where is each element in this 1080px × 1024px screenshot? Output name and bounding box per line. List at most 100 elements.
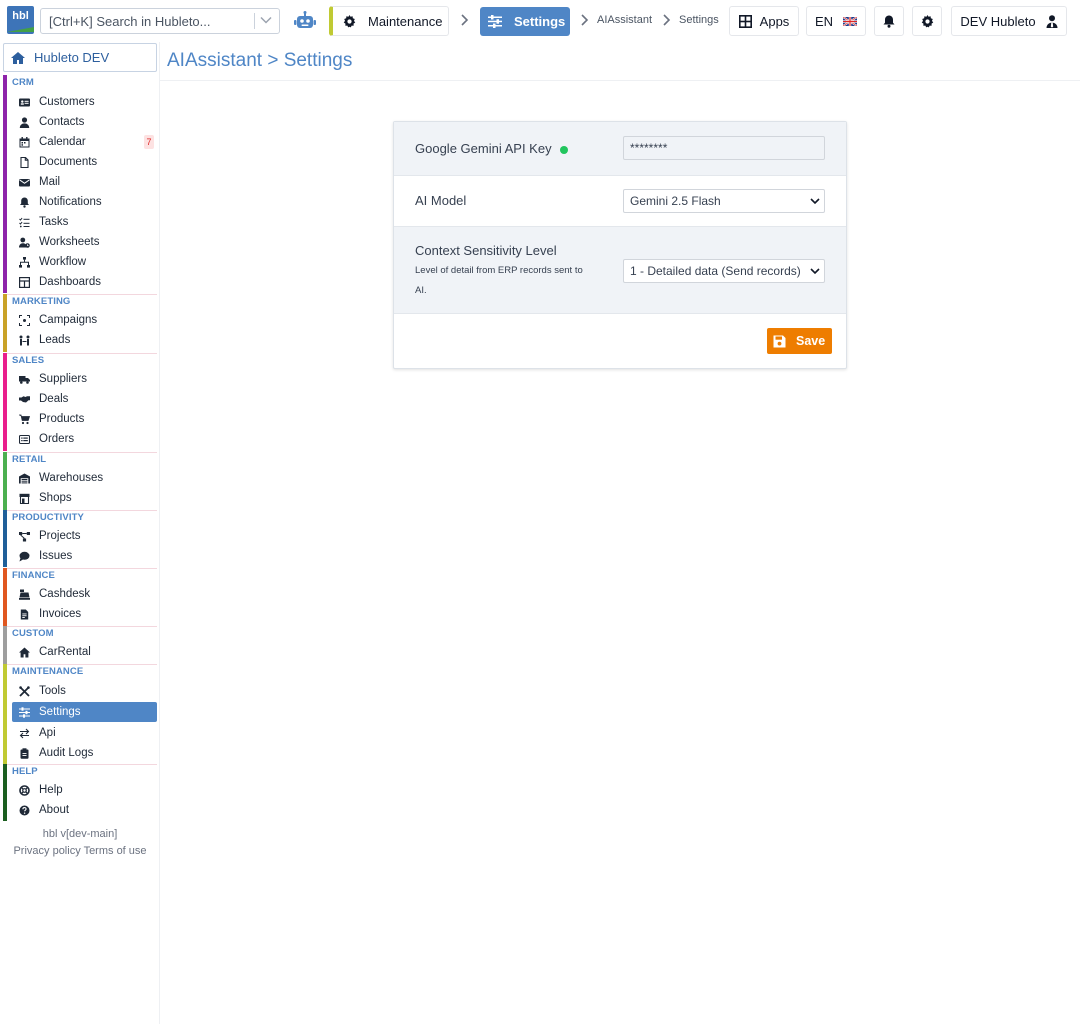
save-button[interactable]: Save [767, 328, 832, 354]
sidebar-item-customers[interactable]: Customers [12, 92, 157, 112]
sidebar-item-shops[interactable]: Shops [12, 488, 157, 508]
hubleto-logo[interactable]: hbl [7, 6, 34, 34]
people-arrows-icon [19, 335, 30, 345]
group-title: MAINTENANCE [12, 666, 84, 677]
language-selector[interactable]: EN [806, 6, 866, 36]
receipt-icon [19, 434, 30, 444]
sidebar-item-invoices[interactable]: Invoices [12, 604, 157, 624]
sidebar-item-label: Cashdesk [39, 588, 91, 600]
sidebar-item-label: Products [39, 413, 85, 425]
sidebar-item-label: Customers [39, 96, 95, 108]
global-search[interactable] [40, 8, 280, 34]
group-divider [7, 764, 157, 765]
cog-icon [921, 14, 933, 27]
sidebar-item-help[interactable]: Help [12, 780, 157, 800]
sidebar-item-tools[interactable]: Tools [12, 681, 157, 701]
group-color-bar [3, 568, 7, 626]
group-title: FINANCE [12, 570, 55, 581]
context-level-value: 1 - Detailed data (Send records) [630, 264, 801, 278]
group-color-bar [3, 452, 7, 510]
settings-label: Settings [514, 14, 566, 29]
language-label: EN [814, 13, 834, 29]
group-divider [7, 353, 157, 354]
home-icon [11, 51, 25, 64]
envelope-icon [19, 178, 30, 186]
breadcrumb-settings[interactable]: Settings [679, 14, 719, 26]
sidebar-item-api[interactable]: Api [12, 723, 157, 743]
notifications-button[interactable] [874, 6, 904, 36]
sidebar-item-label: Contacts [39, 116, 85, 128]
sidebar-home-button[interactable]: Hubleto DEV [3, 43, 157, 72]
terms-of-use-link[interactable]: Terms of use [84, 845, 147, 857]
sidebar-item-label: Invoices [39, 608, 82, 620]
breadcrumb-aiassistant[interactable]: AIAssistant [597, 14, 652, 26]
sidebar-item-dashboards[interactable]: Dashboards [12, 272, 157, 292]
sidebar-item-settings[interactable]: Settings [12, 702, 157, 722]
context-level-select[interactable]: 1 - Detailed data (Send records) [623, 259, 825, 283]
group-title: PRODUCTIVITY [12, 512, 84, 523]
chevron-right-icon [581, 14, 589, 26]
group-title: MARKETING [12, 296, 71, 307]
group-color-bar [3, 510, 7, 567]
user-tie-icon [1046, 14, 1058, 28]
sidebar-item-documents[interactable]: Documents [12, 152, 157, 172]
sidebar-item-label: Calendar [39, 136, 86, 148]
user-label: DEV Hubleto [960, 13, 1036, 29]
sidebar-item-warehouses[interactable]: Warehouses [12, 468, 157, 488]
user-menu-button[interactable]: DEV Hubleto [951, 6, 1067, 36]
sidebar-item-auditlogs[interactable]: Audit Logs [12, 743, 157, 763]
privacy-policy-link[interactable]: Privacy policy [13, 845, 80, 857]
group-divider [7, 294, 157, 295]
chevron-right-icon [663, 14, 671, 26]
sidebar-item-label: Campaigns [39, 314, 98, 326]
search-input[interactable] [41, 9, 246, 33]
table-icon [19, 276, 30, 288]
ai-model-value: Gemini 2.5 Flash [630, 194, 721, 208]
truck-icon [19, 375, 30, 384]
sidebar-item-worksheets[interactable]: Worksheets [12, 232, 157, 252]
group-color-bar [3, 75, 7, 293]
sidebar-item-label: Deals [39, 393, 69, 405]
apps-button[interactable]: Apps [729, 6, 799, 36]
sidebar-group-maintenance: MAINTENANCE Tools Settings Api Audit Log… [3, 664, 157, 764]
chevron-down-icon[interactable] [259, 13, 273, 27]
maintenance-button[interactable]: Maintenance [329, 6, 449, 36]
sidebar-item-campaigns[interactable]: Campaigns [12, 310, 157, 330]
ai-assistant-button[interactable] [288, 6, 322, 36]
id-card-icon [19, 98, 30, 106]
sidebar-item-suppliers[interactable]: Suppliers [12, 369, 157, 389]
user-icon [19, 116, 30, 128]
sidebar-item-leads[interactable]: Leads [12, 330, 157, 350]
sidebar-item-mail[interactable]: Mail [12, 172, 157, 192]
sidebar-group-productivity: PRODUCTIVITY Projects Issues [3, 510, 157, 567]
uk-flag-icon [843, 16, 858, 26]
sidebar: Hubleto DEV CRM Customers Contacts Calen… [0, 42, 160, 1024]
sidebar-item-contacts[interactable]: Contacts [12, 112, 157, 132]
sidebar-item-orders[interactable]: Orders [12, 429, 157, 449]
sidebar-item-about[interactable]: About [12, 800, 157, 820]
home-label: Hubleto DEV [34, 50, 110, 65]
sidebar-item-label: Workflow [39, 256, 87, 268]
ai-model-select[interactable]: Gemini 2.5 Flash [623, 189, 825, 213]
grid-icon [738, 14, 752, 28]
settings-button[interactable]: Settings [480, 7, 570, 36]
sidebar-item-workflow[interactable]: Workflow [12, 252, 157, 272]
group-title: HELP [12, 766, 38, 777]
diagram-project-icon [19, 531, 30, 541]
sidebar-item-notifications[interactable]: Notifications [12, 192, 157, 212]
api-key-input[interactable]: ******** [623, 136, 825, 160]
sidebar-item-issues[interactable]: Issues [12, 546, 157, 566]
sidebar-item-products[interactable]: Products [12, 409, 157, 429]
sidebar-item-tasks[interactable]: Tasks [12, 212, 157, 232]
sidebar-item-deals[interactable]: Deals [12, 389, 157, 409]
system-settings-button[interactable] [912, 6, 942, 36]
group-color-bar [3, 294, 7, 352]
sidebar-item-cashdesk[interactable]: Cashdesk [12, 584, 157, 604]
group-divider [7, 568, 157, 569]
api-key-label: Google Gemini API Key [415, 141, 552, 156]
sidebar-item-calendar[interactable]: Calendar 7 [12, 132, 157, 152]
sidebar-item-carrental[interactable]: CarRental [12, 642, 157, 662]
group-divider [7, 626, 157, 627]
sidebar-item-projects[interactable]: Projects [12, 526, 157, 546]
handshake-icon [19, 395, 30, 402]
